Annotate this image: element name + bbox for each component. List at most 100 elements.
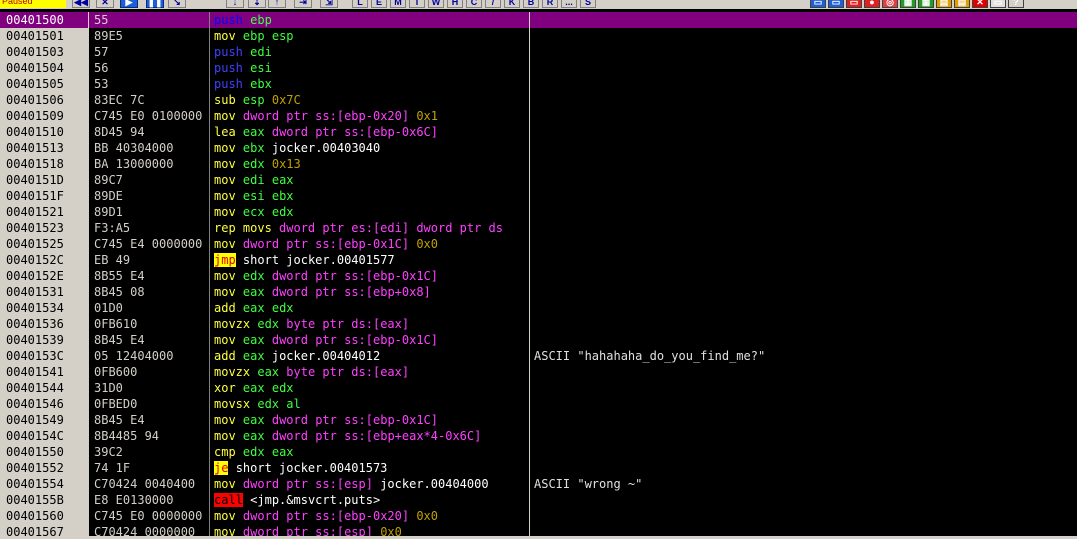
- disasm-row[interactable]: 00401549 8B45 E4 mov eax,dword ptr ss:[ebp…: [0, 412, 1077, 428]
- disasm-row[interactable]: 00401501 89E5 mov ebp,esp: [0, 28, 1077, 44]
- disasm-row[interactable]: 00401505 53 push ebx: [0, 76, 1077, 92]
- mnemonic: je: [214, 461, 229, 475]
- window-button-2[interactable]: M: [390, 0, 406, 8]
- disasm-row[interactable]: 0040151F 89DE mov esi,ebx: [0, 188, 1077, 204]
- disasm-row[interactable]: 00401510 8D45 94 lea eax,dword ptr ss:[ebp…: [0, 124, 1077, 140]
- disasm-row[interactable]: 00401536 0FB610 movzx edx,byte ptr ds:[eax…: [0, 316, 1077, 332]
- mnemonic: push: [214, 77, 243, 91]
- disassembly-cell: movzx edx,byte ptr ds:[eax]: [214, 316, 528, 332]
- disasm-row[interactable]: 0040154C 8B4485 94 mov eax,dword ptr ss:[e…: [0, 428, 1077, 444]
- toolbar-button-3[interactable]: ❚❚: [146, 0, 164, 8]
- disasm-row[interactable]: 00401506 83EC 7C sub esp,0x7C: [0, 92, 1077, 108]
- toolbar-button-8[interactable]: ⇥: [294, 0, 312, 8]
- window-button-11[interactable]: ...: [561, 0, 577, 8]
- window-button-10[interactable]: R: [542, 0, 558, 8]
- window-button-3[interactable]: T: [409, 0, 425, 8]
- disasm-row[interactable]: 0040152E 8B55 E4 mov edx,dword ptr ss:[ebp…: [0, 268, 1077, 284]
- mnemonic: push: [214, 45, 243, 59]
- address-cell: 00401500: [0, 12, 88, 28]
- operand: [236, 109, 243, 123]
- address-cell: 00401510: [0, 124, 88, 140]
- window-button-0[interactable]: L: [352, 0, 368, 8]
- disasm-row[interactable]: 00401525 C745 E4 0000000 mov dword ptr ss:…: [0, 236, 1077, 252]
- window-button-5[interactable]: H: [447, 0, 463, 8]
- toolbar-tool-4[interactable]: ◎: [882, 0, 898, 8]
- operand: ecx: [242, 205, 265, 219]
- mnemonic: mov: [214, 189, 236, 203]
- toolbar-tool-1[interactable]: ▭: [828, 0, 844, 8]
- operand: dword ptr ss:[ebp-0x1C]: [271, 333, 439, 347]
- toolbar-tool-7[interactable]: ▤: [936, 0, 952, 8]
- operand: 0x1: [416, 109, 439, 123]
- comment-cell: ASCII "wrong ~": [534, 477, 643, 491]
- toolbar-tool-6[interactable]: ▦: [918, 0, 934, 8]
- toolbar-tool-5[interactable]: ▦: [900, 0, 916, 8]
- disasm-row[interactable]: 00401504 56 push esi: [0, 60, 1077, 76]
- disasm-row[interactable]: 00401503 57 push edi: [0, 44, 1077, 60]
- disasm-row[interactable]: 00401550 39C2 cmp edx,eax: [0, 444, 1077, 460]
- operand: [236, 237, 243, 251]
- window-button-7[interactable]: /: [485, 0, 501, 8]
- window-button-8[interactable]: K: [504, 0, 520, 8]
- disasm-row[interactable]: 00401518 BA 13000000 mov edx,0x13: [0, 156, 1077, 172]
- toolbar-tool-2[interactable]: ▭: [846, 0, 862, 8]
- mnemonic: mov: [214, 285, 236, 299]
- address-cell: 00401536: [0, 316, 88, 332]
- operand: eax: [242, 301, 265, 315]
- mnemonic: mov: [214, 173, 236, 187]
- window-button-9[interactable]: B: [523, 0, 539, 8]
- hex-dump-cell: C745 E0 0000000: [94, 509, 203, 523]
- disasm-row[interactable]: 00401521 89D1 mov ecx,edx: [0, 204, 1077, 220]
- toolbar-tool-11[interactable]: ?: [1008, 0, 1024, 8]
- window-button-6[interactable]: C: [466, 0, 482, 8]
- window-button-4[interactable]: W: [428, 0, 444, 8]
- disasm-row[interactable]: 00401513 BB 40304000 mov ebx,jocker.004030…: [0, 140, 1077, 156]
- hex-dump-cell: C745 E4 0000000: [94, 237, 203, 251]
- disasm-row[interactable]: 00401552 74 1F je short jocker.00401573: [0, 460, 1077, 476]
- disasm-row[interactable]: 0040155B E8 E0130000 call <jmp.&msvcrt.put…: [0, 492, 1077, 508]
- toolbar-tool-10[interactable]: ▭: [990, 0, 1006, 8]
- disasm-row[interactable]: 00401544 31D0 xor eax,edx: [0, 380, 1077, 396]
- disasm-row[interactable]: 00401534 01D0 add eax,edx: [0, 300, 1077, 316]
- toolbar-button-7[interactable]: ↑: [268, 0, 286, 8]
- toolbar-tool-3[interactable]: ●: [864, 0, 880, 8]
- hex-dump-cell: 74 1F: [94, 461, 131, 475]
- toolbar-button-0[interactable]: ◀◀: [72, 0, 90, 8]
- disasm-row[interactable]: 0040153C 05 12404000 add eax,jocker.004040…: [0, 348, 1077, 364]
- disasm-row[interactable]: 00401523 F3:A5 rep movs dword ptr es:[edi]…: [0, 220, 1077, 236]
- toolbar-button-4[interactable]: ↘: [168, 0, 186, 8]
- operand: eax: [242, 349, 265, 363]
- disasm-row[interactable]: 00401509 C745 E0 0100000 mov dword ptr ss:…: [0, 108, 1077, 124]
- toolbar-button-2[interactable]: ▶: [120, 0, 138, 8]
- mnemonic: add: [214, 301, 236, 315]
- disasm-column-divider: [529, 12, 530, 538]
- window-button-1[interactable]: E: [371, 0, 387, 8]
- disasm-row[interactable]: 0040152C EB 49 jmp short jocker.00401577: [0, 252, 1077, 268]
- disasm-row[interactable]: 0040151D 89C7 mov edi,eax: [0, 172, 1077, 188]
- disasm-row[interactable]: 00401554 C70424 0040400 mov dword ptr ss:[…: [0, 476, 1077, 492]
- window-button-12[interactable]: S: [580, 0, 596, 8]
- toolbar-button-1[interactable]: ✕: [96, 0, 114, 8]
- mnemonic: lea: [214, 125, 236, 139]
- hex-dump-cell: 8B45 E4: [94, 333, 145, 347]
- toolbar-tool-9[interactable]: ✕: [972, 0, 988, 8]
- address-cell: 00401552: [0, 460, 88, 476]
- toolbar-tool-8[interactable]: ▤: [954, 0, 970, 8]
- hex-dump-cell: E8 E0130000: [94, 493, 174, 507]
- toolbar-button-9[interactable]: ⇲: [320, 0, 338, 8]
- address-cell: 0040153C: [0, 348, 88, 364]
- mnemonic: rep movs: [214, 221, 272, 235]
- hex-dump-cell: 8B45 E4: [94, 413, 145, 427]
- toolbar-button-5[interactable]: ↓: [226, 0, 244, 8]
- disasm-row[interactable]: 00401546 0FBED0 movsx edx,al: [0, 396, 1077, 412]
- disasm-row[interactable]: 00401541 0FB600 movzx eax,byte ptr ds:[eax…: [0, 364, 1077, 380]
- disasm-row[interactable]: 00401560 C745 E0 0000000 mov dword ptr ss:…: [0, 508, 1077, 524]
- disasm-row[interactable]: 00401531 8B45 08 mov eax,dword ptr ss:[ebp…: [0, 284, 1077, 300]
- disasm-row-selected[interactable]: 00401500 55 push ebp: [0, 12, 1077, 28]
- disassembly-pane[interactable]: 00401500 55 push ebp 00401501 89E5 mov ebp,es…: [0, 12, 1077, 539]
- hex-dump-cell: BA 13000000: [94, 157, 174, 171]
- hex-dump-cell: 89DE: [94, 189, 123, 203]
- toolbar-button-6[interactable]: ⇣: [248, 0, 266, 8]
- disasm-row[interactable]: 00401539 8B45 E4 mov eax,dword ptr ss:[ebp…: [0, 332, 1077, 348]
- toolbar-tool-0[interactable]: ▭: [810, 0, 826, 8]
